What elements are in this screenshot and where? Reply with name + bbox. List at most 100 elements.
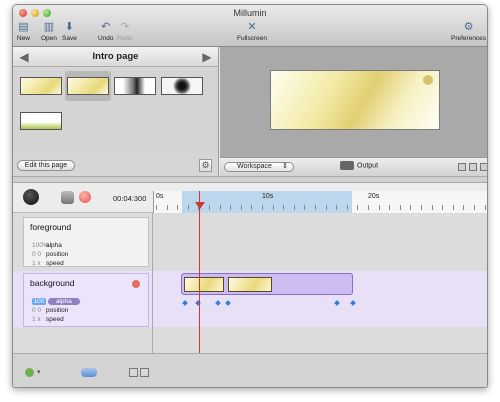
view-button-1[interactable] xyxy=(129,368,138,377)
keyframe[interactable] xyxy=(182,300,188,306)
save-button[interactable]: ⬇ Save xyxy=(62,20,77,42)
stop-button[interactable] xyxy=(61,191,74,204)
track-name: foreground xyxy=(30,222,72,232)
ruler-tick xyxy=(177,205,179,210)
ruler-tick xyxy=(187,205,189,210)
open-button[interactable]: ▥ Open xyxy=(41,20,57,42)
lane-divider xyxy=(152,213,153,353)
media-thumbnail[interactable] xyxy=(114,77,156,95)
ruler-tick xyxy=(421,205,422,210)
ruler-tick xyxy=(463,205,465,210)
new-label: New xyxy=(17,35,31,42)
output-label: Output xyxy=(357,162,379,170)
ruler-tick xyxy=(304,205,306,210)
edit-page-button[interactable]: Edit this page xyxy=(17,160,75,171)
output-preview xyxy=(270,70,440,130)
prop-speed[interactable]: 1 x speed xyxy=(32,316,64,323)
ruler-tick xyxy=(251,205,253,210)
chevron-updown-icon: ⇕ xyxy=(282,163,288,170)
keyframe[interactable] xyxy=(215,300,221,306)
ruler-tick xyxy=(272,205,274,210)
background-lane xyxy=(153,271,487,327)
preview-image-detail xyxy=(423,75,433,85)
prop-position[interactable]: 0 0 position xyxy=(32,251,68,258)
redo-icon: ↷ xyxy=(120,21,130,33)
fullscreen-button[interactable]: ✕ Fullscreen xyxy=(237,20,267,42)
layout-button-3[interactable] xyxy=(480,163,487,171)
add-track-icon[interactable] xyxy=(25,368,34,377)
pane-splitter[interactable] xyxy=(13,176,487,183)
track-foreground[interactable]: foreground 100%alpha 0 0 position 1 x spee… xyxy=(23,217,149,267)
redo-button[interactable]: ↷ Redo xyxy=(117,20,133,42)
media-clip[interactable] xyxy=(184,277,224,292)
fullscreen-label: Fullscreen xyxy=(237,35,267,42)
ruler-tick xyxy=(378,205,380,210)
ruler-tick xyxy=(240,205,242,210)
millumin-window: Millumin ▤ New ▥ Open ⬇ Save ↶ Undo ↷ Re… xyxy=(12,4,488,388)
prop-speed[interactable]: 1 x speed xyxy=(32,260,64,267)
media-clip[interactable] xyxy=(228,277,272,292)
ruler-label: 10s xyxy=(262,193,274,200)
tracks-area: foreground 100%alpha 0 0 position 1 x spee… xyxy=(13,213,487,353)
arrow-right-icon[interactable]: ▶ xyxy=(200,50,214,64)
clip-group[interactable] xyxy=(181,273,353,295)
ruler-tick xyxy=(283,205,285,210)
ruler-tick xyxy=(357,205,359,210)
save-icon: ⬇ xyxy=(64,21,75,33)
timecode: 00:04:300 xyxy=(113,194,147,203)
undo-icon: ↶ xyxy=(101,21,111,33)
keyframe[interactable] xyxy=(334,300,340,306)
playhead[interactable] xyxy=(199,191,200,353)
keyframe[interactable] xyxy=(350,300,356,306)
gear-icon[interactable]: ⚙ xyxy=(199,159,212,172)
layout-button-2[interactable] xyxy=(469,163,477,171)
media-thumbnail[interactable] xyxy=(161,77,203,95)
prop-position[interactable]: 0 0 position xyxy=(32,307,68,314)
keyframe[interactable] xyxy=(225,300,231,306)
output-button[interactable]: Output xyxy=(340,161,378,170)
prop-alpha[interactable]: 100%alpha xyxy=(32,242,62,249)
title-bar: Millumin ▤ New ▥ Open ⬇ Save ↶ Undo ↷ Re… xyxy=(13,5,487,47)
ruler-tick xyxy=(442,205,444,210)
ruler-tick xyxy=(262,205,263,210)
new-doc-icon: ▤ xyxy=(18,21,29,33)
media-thumbnail-selected[interactable] xyxy=(67,77,109,95)
ruler-tick xyxy=(346,205,348,210)
ruler-tick xyxy=(410,205,412,210)
track-name: background xyxy=(30,278,75,288)
ruler-tick xyxy=(209,205,210,210)
workspace-label: Workspace xyxy=(237,163,272,170)
ruler-tick xyxy=(230,205,232,210)
media-thumbnail[interactable] xyxy=(20,77,62,95)
open-folder-icon: ▥ xyxy=(43,21,55,33)
camera-icon xyxy=(340,161,354,170)
chevron-down-icon[interactable]: ▾ xyxy=(37,368,46,377)
ruler-tick xyxy=(389,205,391,210)
track-background[interactable]: background 100 alpha 0 0 position 1 x spee… xyxy=(23,273,149,327)
page-title: Intro page xyxy=(92,51,139,62)
preferences-button[interactable]: ⚙ Preferences xyxy=(451,20,486,42)
ruler-label: 0s xyxy=(156,193,164,200)
ruler-tick xyxy=(452,205,454,210)
ruler-tick xyxy=(325,205,327,210)
prop-alpha[interactable]: 100 alpha xyxy=(32,298,80,305)
ruler-label: 20s xyxy=(368,193,380,200)
new-button[interactable]: ▤ New xyxy=(17,20,30,42)
ruler-tick xyxy=(293,205,295,210)
media-thumbnail[interactable] xyxy=(20,112,62,130)
ruler-tick xyxy=(166,205,168,210)
workspace-select[interactable]: Workspace ⇕ xyxy=(224,162,294,172)
track-mute-icon[interactable] xyxy=(132,280,140,288)
timeline-footer: ▾ xyxy=(13,353,487,387)
preview-controls: Workspace ⇕ Output xyxy=(220,157,487,176)
layout-button-1[interactable] xyxy=(458,163,466,171)
playhead-marker[interactable] xyxy=(195,202,205,209)
ruler-tick xyxy=(399,205,401,210)
window-title: Millumin xyxy=(233,8,267,18)
zoom-slider-icon[interactable] xyxy=(81,368,97,377)
play-icon[interactable] xyxy=(23,189,39,205)
view-button-2[interactable] xyxy=(140,368,149,377)
undo-button[interactable]: ↶ Undo xyxy=(98,20,114,42)
record-icon[interactable] xyxy=(79,191,91,203)
page-navigator: ◀ Intro page ▶ Edit this page ⚙ xyxy=(13,47,219,176)
